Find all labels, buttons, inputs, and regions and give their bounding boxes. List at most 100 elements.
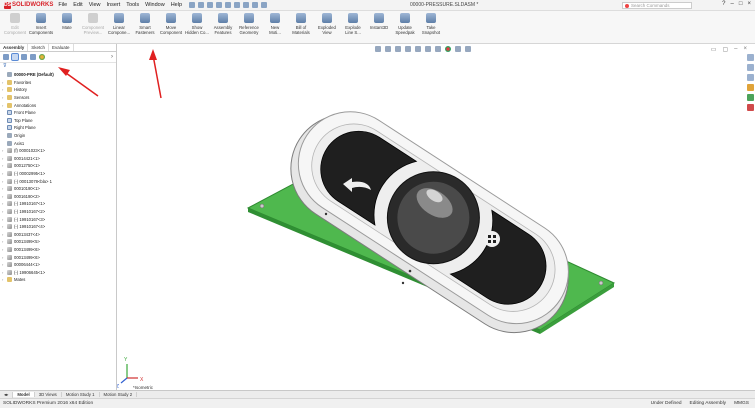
print-icon[interactable]	[216, 2, 223, 8]
exploded-view-icon	[322, 13, 332, 23]
menu-window[interactable]: Window	[144, 2, 166, 8]
tab-assembly[interactable]: Assembly	[0, 44, 29, 51]
save-icon[interactable]	[207, 2, 214, 8]
tree-node-label: Annotations	[14, 102, 37, 108]
menu-insert[interactable]: Insert	[106, 2, 122, 8]
maximize-icon[interactable]: □	[739, 1, 743, 7]
menu-tools[interactable]: Tools	[125, 2, 140, 8]
tree-node[interactable]: › (f) 00001023<1>	[2, 147, 116, 155]
filter-icon[interactable]: ⊽	[0, 63, 116, 71]
ribbon-button-bill-of-materials[interactable]: Bill of Materials	[288, 11, 314, 35]
ribbon-button-insert-components[interactable]: Insert Components	[28, 11, 54, 35]
tab-model[interactable]: Model	[13, 392, 35, 397]
menu-help[interactable]: Help	[170, 2, 183, 8]
grid-button-icon	[484, 231, 500, 247]
tree-node-label: Front Plane	[14, 110, 36, 116]
part-icon	[7, 262, 12, 268]
ribbon-button-assembly-features[interactable]: Assembly Features	[210, 11, 236, 35]
search-commands-input[interactable]: Search Commands	[622, 2, 692, 9]
rebuild-icon[interactable]	[243, 2, 250, 8]
tree-node[interactable]: Front Plane	[2, 109, 116, 117]
tree-node[interactable]: › History	[2, 86, 116, 94]
ribbon-button-mate[interactable]: Mate	[54, 11, 80, 30]
ribbon-button-instant3d[interactable]: Instant3D	[366, 11, 392, 30]
ribbon-button-take-snapshot[interactable]: Take Snapshot	[418, 11, 444, 35]
undo-icon[interactable]	[225, 2, 232, 8]
ribbon-button-label: Move Component	[159, 25, 183, 35]
tree-node[interactable]: › 00016190<2>	[2, 193, 116, 201]
tree-node[interactable]: Top Plane	[2, 117, 116, 125]
ribbon-button-move-component[interactable]: Move Component	[158, 11, 184, 35]
tree-node[interactable]: › Mates	[2, 276, 116, 284]
tree-node[interactable]: › (-) 19910167<3>	[2, 215, 116, 223]
tree-node[interactable]: 00000-PRE (Default)	[2, 71, 116, 79]
tree-node-label: Favorites	[14, 79, 32, 85]
part-icon	[7, 201, 12, 207]
ribbon-button-edit-component[interactable]: Edit Component	[2, 11, 28, 35]
tree-node[interactable]: › 00013499<6>	[2, 253, 116, 261]
ribbon-button-show-hidden[interactable]: Show Hidden Co...	[184, 11, 210, 35]
tree-node[interactable]: › (-) 19906645<1>	[2, 268, 116, 276]
graphics-area[interactable]: ▭ ▢ – × Y X Z *Isometric	[117, 44, 755, 390]
propertymanager-icon[interactable]	[11, 53, 19, 61]
tree-node-label: Right Plane	[14, 125, 36, 131]
tree-node[interactable]: › (-) 19910167<2>	[2, 208, 116, 216]
tree-node-label: Mates	[14, 277, 26, 283]
configurationmanager-icon[interactable]	[21, 54, 27, 60]
tree-node[interactable]: › (-) 00002995<1>	[2, 170, 116, 178]
scroll-tabs-icon[interactable]: ◂▸	[0, 391, 14, 398]
tree-node-label: (-) 19906645<1>	[14, 269, 46, 275]
app-logo[interactable]: DS SOLIDWORKS	[0, 1, 57, 9]
tree-node[interactable]: Axis1	[2, 139, 116, 147]
select-icon[interactable]	[234, 2, 241, 8]
tree-node[interactable]: › 00013499<5>	[2, 238, 116, 246]
open-icon[interactable]	[198, 2, 205, 8]
new-icon[interactable]	[189, 2, 196, 8]
tree-node[interactable]: Right Plane	[2, 124, 116, 132]
tab-sketch[interactable]: Sketch	[28, 44, 50, 51]
tree-node[interactable]: › 00013499<6>	[2, 246, 116, 254]
search-placeholder: Search Commands	[631, 3, 670, 8]
tree-node[interactable]: Origin	[2, 132, 116, 140]
tree-node-label: (-) 19910167<3>	[14, 216, 46, 222]
ribbon-button-label: Mate	[62, 25, 72, 30]
tree-node[interactable]: › 00006444<1>	[2, 261, 116, 269]
tab-motion-study-2[interactable]: Motion Study 2	[100, 392, 138, 397]
dimxpertmanager-icon[interactable]	[30, 54, 36, 60]
tree-node[interactable]: › 00012750<1>	[2, 162, 116, 170]
ribbon-button-linear-pattern[interactable]: Linear Compone...	[106, 11, 132, 35]
tree-node[interactable]: › (-) 19910167<1>	[2, 200, 116, 208]
tree-node[interactable]: › 00014421<1>	[2, 155, 116, 163]
tree-node[interactable]: › (-) 00013078<bla> 1	[2, 177, 116, 185]
tree-node[interactable]: › 00010190<1>	[2, 185, 116, 193]
tab-3d-views[interactable]: 3D Views	[35, 392, 62, 397]
featuremanager-icon[interactable]	[3, 54, 9, 60]
tree-node[interactable]: › (-) 19910167<4>	[2, 223, 116, 231]
minimize-icon[interactable]: –	[731, 1, 734, 7]
bill-of-materials-icon	[296, 13, 306, 23]
file-properties-icon[interactable]	[252, 2, 259, 8]
tab-motion-study-1[interactable]: Motion Study 1	[62, 392, 100, 397]
tree-node[interactable]: › Annotations	[2, 101, 116, 109]
tab-evaluate[interactable]: Evaluate	[49, 44, 74, 51]
close-icon[interactable]: ×	[747, 1, 751, 7]
unit-system[interactable]: MMGS	[734, 401, 749, 406]
menu-view[interactable]: View	[88, 2, 102, 8]
help-icon[interactable]: ?	[722, 1, 725, 7]
ribbon-button-new-motion-study[interactable]: New Moti...	[262, 11, 288, 35]
ribbon-button-exploded-view[interactable]: Exploded View	[314, 11, 340, 35]
ribbon-button-component-preview[interactable]: Component Preview...	[80, 11, 106, 35]
options-icon[interactable]	[261, 2, 268, 8]
menu-file[interactable]: File	[57, 2, 68, 8]
tree-node[interactable]: › Favorites	[2, 79, 116, 87]
ribbon-button-explode-line-sketch[interactable]: Explode Line S...	[340, 11, 366, 35]
ribbon-button-update-speedpak[interactable]: Update Speedpak	[392, 11, 418, 35]
chevron-right-icon[interactable]: ›	[111, 54, 113, 60]
quick-access-toolbar	[189, 2, 268, 8]
tree-node[interactable]: › Sensors	[2, 94, 116, 102]
ribbon-button-reference-geometry[interactable]: Reference Geometry	[236, 11, 262, 35]
ribbon-button-smart-fasteners[interactable]: Smart Fasteners	[132, 11, 158, 35]
displaymanager-icon[interactable]	[39, 54, 45, 60]
tree-node[interactable]: › 00013437<4>	[2, 230, 116, 238]
menu-edit[interactable]: Edit	[72, 2, 83, 8]
